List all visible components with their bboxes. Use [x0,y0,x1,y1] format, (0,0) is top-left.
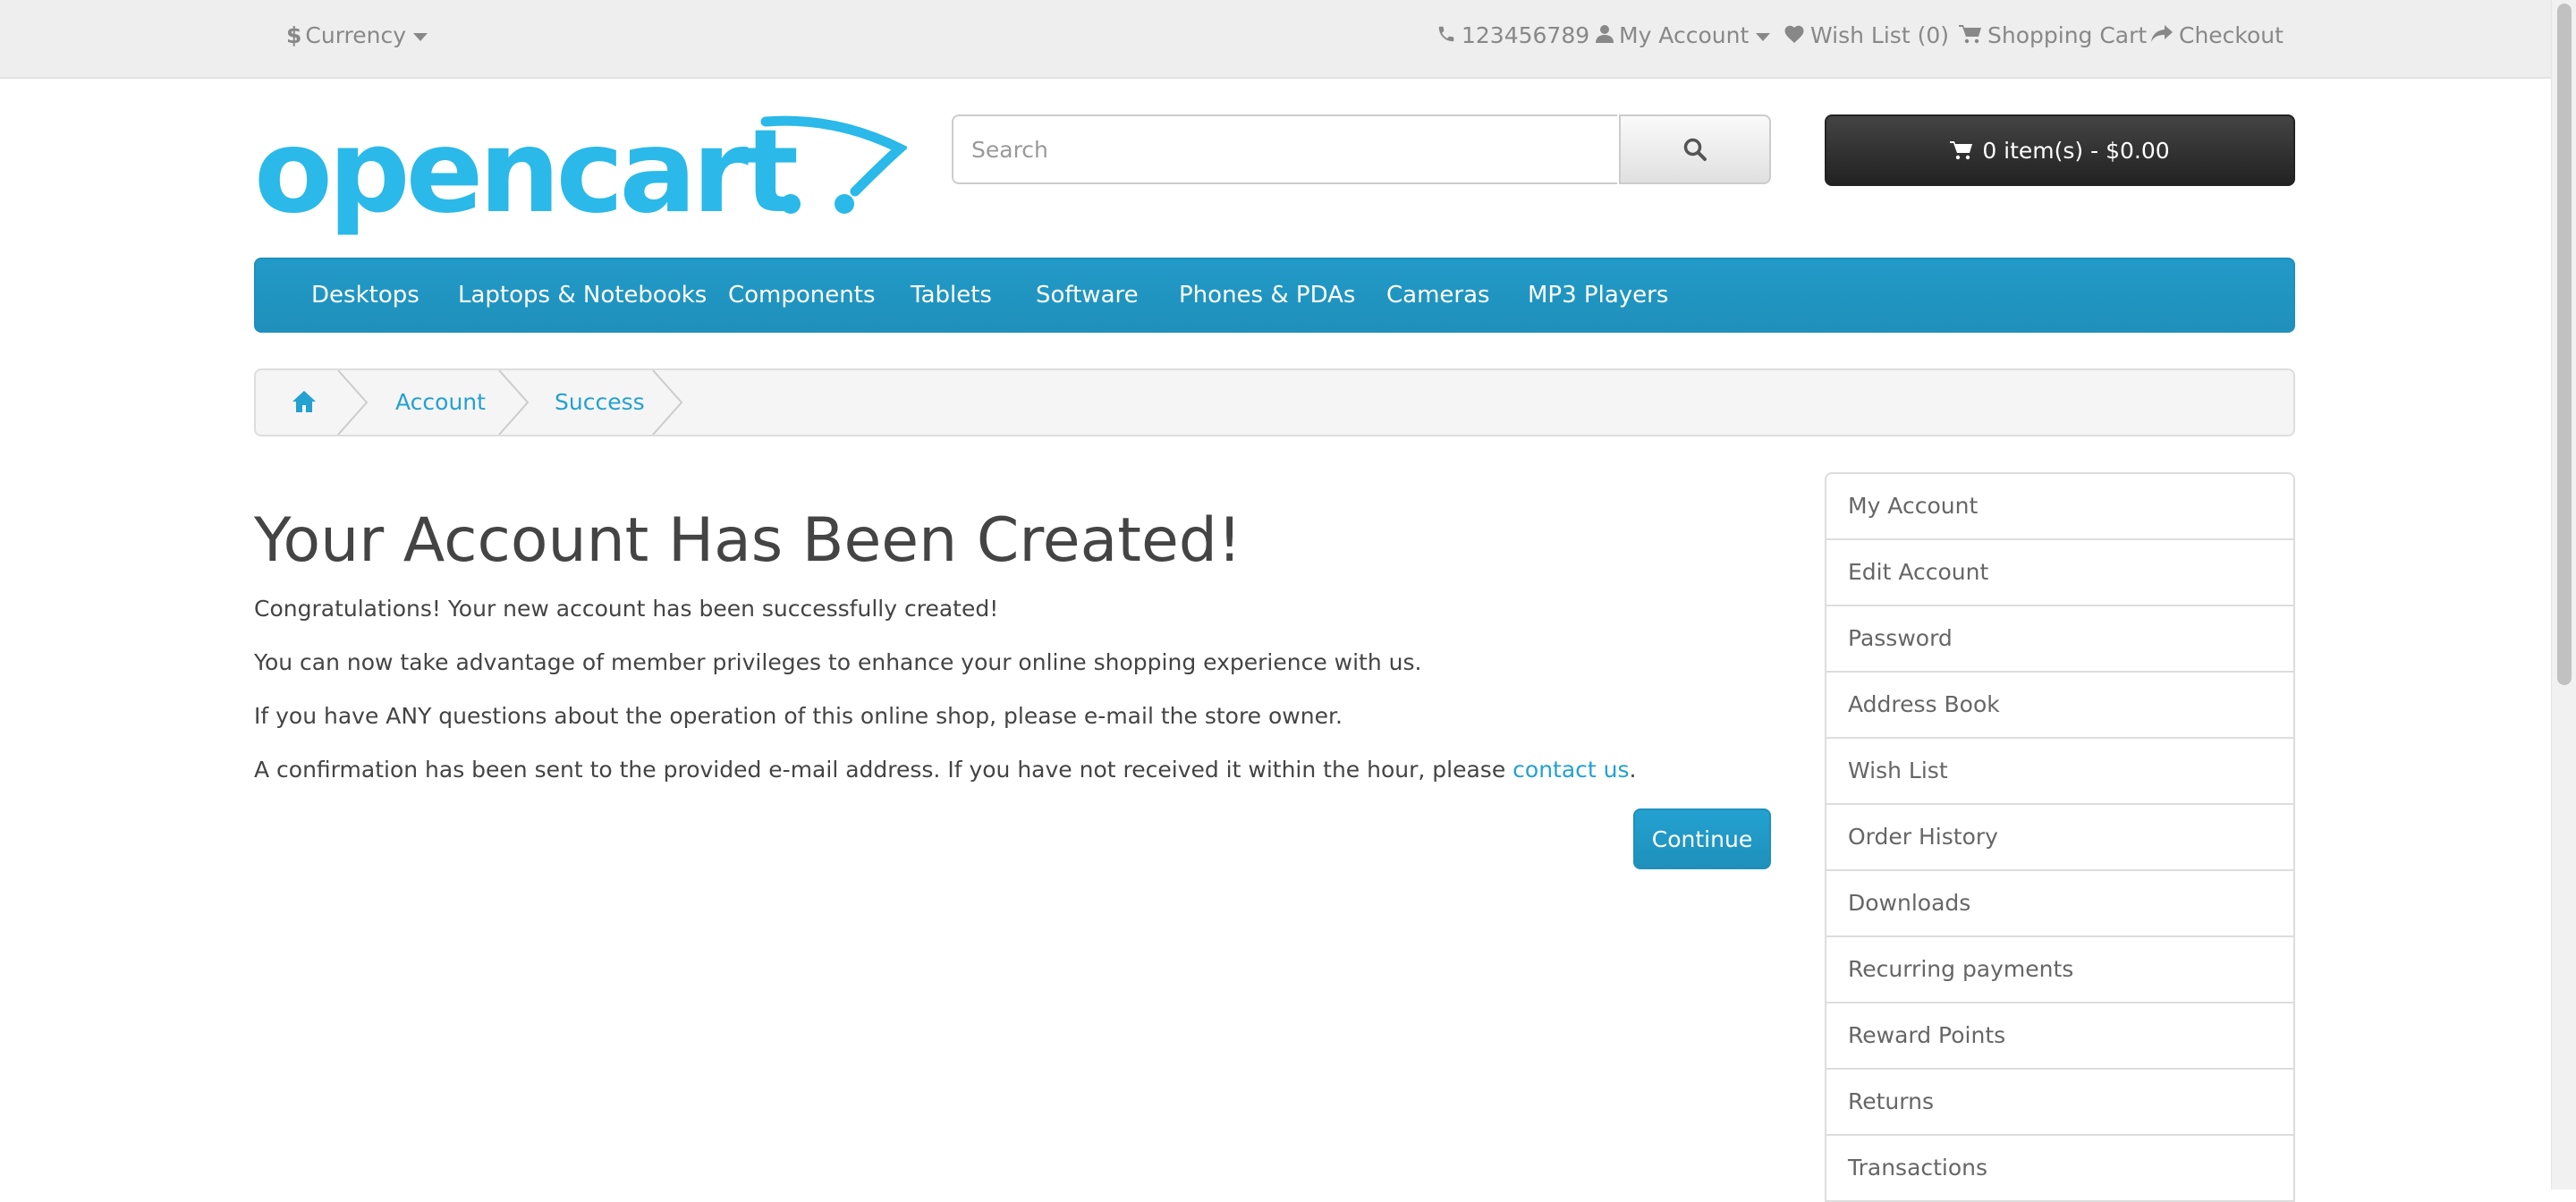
account-sidebar: My Account Edit Account Password Address… [1825,472,2295,1202]
search-button[interactable] [1619,114,1771,184]
cart-icon [1959,25,1981,44]
my-account-label: My Account [1619,22,1750,48]
breadcrumb-success[interactable]: Success [555,370,645,435]
sidebar-item-order-history[interactable]: Order History [1826,805,2293,871]
cart-total: 0 item(s) - $0.00 [1982,137,2170,164]
wish-list-label: Wish List (0) [1810,22,1949,48]
sidebar-item-edit-account[interactable]: Edit Account [1826,540,2293,606]
sidebar-item-address-book[interactable]: Address Book [1826,673,2293,739]
user-icon [1596,25,1614,43]
confirmation-prefix: A confirmation has been sent to the prov… [254,757,1513,783]
confirmation-suffix: . [1629,757,1637,783]
dollar-icon: $ [286,22,302,48]
scrollbar-thumb[interactable] [2557,4,2572,685]
wish-list-link[interactable]: Wish List (0) [1784,0,1949,72]
search-icon [1683,138,1707,161]
privileges-text: You can now take advantage of member pri… [254,649,1422,675]
page-scrollbar[interactable] [2551,0,2576,1189]
page-title: Your Account Has Been Created! [254,505,1242,576]
sidebar-item-password[interactable]: Password [1826,606,2293,673]
shopping-cart-label: Shopping Cart [1987,22,2148,48]
search-input[interactable] [952,114,1617,184]
menu-item-cameras[interactable]: Cameras [1386,259,1490,331]
phone-number: 123456789 [1462,22,1590,48]
breadcrumb-separator [652,370,683,435]
store-logo[interactable]: opencart [254,106,909,247]
breadcrumb-separator [498,370,530,435]
main-menu: Desktops Laptops & Notebooks Components … [254,258,2295,333]
continue-button[interactable]: Continue [1633,808,1771,869]
chevron-down-icon [1756,32,1771,41]
confirmation-text: A confirmation has been sent to the prov… [254,754,1636,786]
menu-item-phones-pdas[interactable]: Phones & PDAs [1179,259,1355,331]
top-bar: $ Currency 123456789 My Account Wish List… [0,0,2551,79]
chevron-down-icon [413,32,428,41]
opencart-logo: opencart [254,106,909,239]
sidebar-item-returns[interactable]: Returns [1826,1070,2293,1136]
sidebar-item-transactions[interactable]: Transactions [1826,1136,2293,1202]
menu-item-mp3-players[interactable]: MP3 Players [1528,259,1668,331]
share-icon [2151,25,2173,42]
menu-item-desktops[interactable]: Desktops [311,259,419,331]
sidebar-item-reward-points[interactable]: Reward Points [1826,1003,2293,1070]
currency-dropdown[interactable]: $ Currency [286,0,428,72]
breadcrumb-account[interactable]: Account [395,370,486,435]
questions-text: If you have ANY questions about the oper… [254,703,1343,729]
checkout-link[interactable]: Checkout [2150,0,2284,72]
menu-item-tablets[interactable]: Tablets [911,259,992,331]
cart-button[interactable]: 0 item(s) - $0.00 [1825,114,2295,186]
sidebar-item-wish-list[interactable]: Wish List [1826,739,2293,805]
breadcrumb-home[interactable] [292,390,317,417]
logo-text: opencart [254,113,797,239]
home-icon [292,391,316,412]
sidebar-item-downloads[interactable]: Downloads [1826,871,2293,937]
sidebar-item-recurring-payments[interactable]: Recurring payments [1826,937,2293,1003]
breadcrumb-separator [337,370,369,435]
currency-label: Currency [305,22,407,48]
checkout-label: Checkout [2179,22,2284,48]
shopping-cart-link[interactable]: Shopping Cart [1959,0,2147,72]
breadcrumb: Account Success [254,368,2295,436]
menu-item-software[interactable]: Software [1036,259,1139,331]
menu-item-laptops-notebooks[interactable]: Laptops & Notebooks [458,259,707,331]
my-account-dropdown[interactable]: My Account [1596,0,1771,72]
sidebar-item-my-account[interactable]: My Account [1826,474,2293,540]
phone-link[interactable]: 123456789 [1436,0,1589,72]
cart-icon [1950,141,1973,160]
congrats-text: Congratulations! Your new account has be… [254,596,999,622]
phone-icon [1438,26,1454,42]
menu-item-components[interactable]: Components [728,259,876,331]
heart-icon [1784,25,1804,43]
contact-us-link[interactable]: contact us [1513,757,1629,783]
